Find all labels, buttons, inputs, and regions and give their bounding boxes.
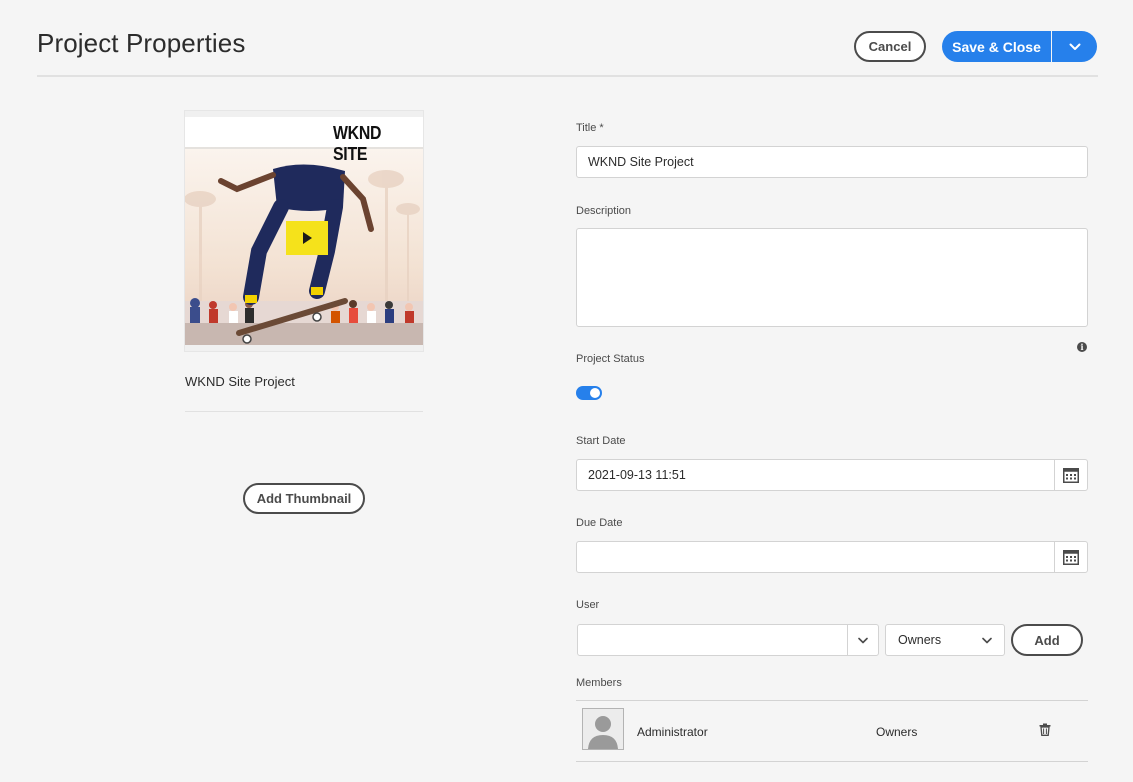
title-field[interactable] [576,146,1088,178]
due-date-label: Due Date [576,517,623,529]
chevron-down-icon [1069,43,1080,50]
chevron-down-icon [858,637,868,643]
start-date-field[interactable] [576,459,1056,491]
member-role: Owners [876,725,918,739]
role-select-value: Owners [898,633,942,647]
thumbnail-brand-text: WKND SITE [333,123,382,164]
calendar-icon [1063,468,1079,483]
members-divider [576,700,1088,701]
members-bottom-divider [576,761,1088,762]
member-name: Administrator [637,725,708,739]
description-field[interactable] [576,228,1088,327]
user-avatar-icon [583,709,623,749]
thumbnail-divider [185,411,423,412]
due-date-field[interactable] [576,541,1056,573]
user-label: User [576,599,600,611]
play-icon[interactable] [286,221,328,255]
add-user-button[interactable]: Add [1011,624,1083,656]
title-label: Title * [576,122,604,134]
chevron-down-icon [982,637,992,643]
add-thumbnail-button[interactable]: Add Thumbnail [243,483,365,514]
members-label: Members [576,677,622,689]
info-icon[interactable]: i [1077,342,1087,352]
save-and-close-button[interactable]: Save & Close [942,31,1051,62]
avatar [582,708,624,750]
role-select[interactable]: Owners [885,624,1005,656]
user-dropdown-button[interactable] [847,624,879,656]
thumbnail-caption: WKND Site Project [185,374,295,389]
page-title: Project Properties [37,28,246,58]
description-label: Description [576,205,632,217]
remove-member-button[interactable] [1039,723,1051,741]
user-field[interactable] [577,624,849,656]
start-date-label: Start Date [576,435,626,447]
cancel-button[interactable]: Cancel [854,31,926,62]
project-status-label: Project Status [576,353,645,365]
calendar-icon [1063,550,1079,565]
project-status-toggle[interactable] [576,386,602,400]
project-thumbnail: WKND SITE [185,111,423,351]
save-options-dropdown-button[interactable] [1052,31,1097,62]
header-divider [37,75,1098,77]
start-date-calendar-button[interactable] [1054,459,1088,491]
due-date-calendar-button[interactable] [1054,541,1088,573]
trash-icon [1039,723,1051,736]
